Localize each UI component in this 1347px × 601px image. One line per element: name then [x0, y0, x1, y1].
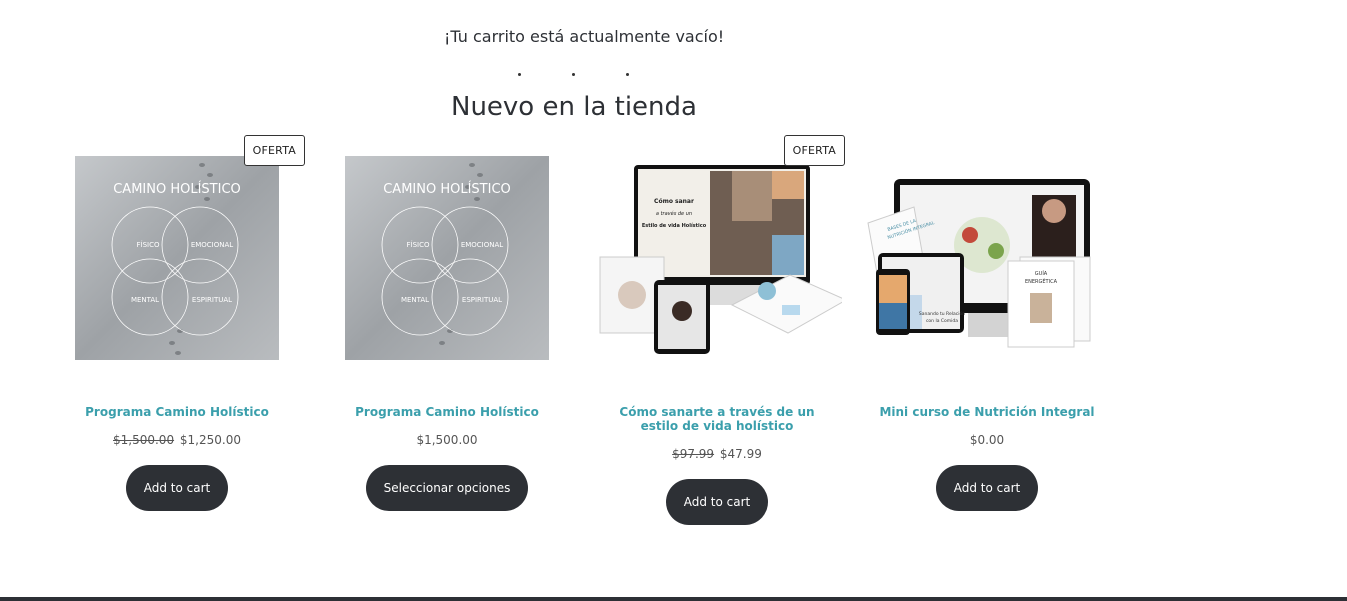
dot	[626, 73, 629, 76]
add-to-cart-button[interactable]: Add to cart	[935, 465, 1039, 511]
image-label: FÍSICO	[137, 240, 160, 249]
svg-text:Cómo sanar: Cómo sanar	[654, 198, 694, 205]
svg-text:ENERGÉTICA: ENERGÉTICA	[1025, 277, 1058, 285]
sale-price: $47.99	[719, 447, 762, 461]
image-label: MENTAL	[131, 296, 159, 304]
product-image: CAMINO HOLÍSTICO FÍSICO EMOCIONAL MENTAL…	[75, 156, 279, 360]
product-image-link[interactable]: CAMINO HOLÍSTICO FÍSICO EMOCIONAL MENTAL…	[322, 135, 572, 375]
old-price: $97.99	[672, 447, 715, 461]
image-heading: CAMINO HOLÍSTICO	[113, 181, 241, 197]
product-title-link[interactable]: Programa Camino Holístico	[322, 405, 572, 419]
product-card: BASES DE LA NUTRICIÓN INTEGRAL Sanando t…	[862, 135, 1112, 511]
image-label: EMOCIONAL	[461, 241, 503, 249]
product-card: CAMINO HOLÍSTICO FÍSICO EMOCIONAL MENTAL…	[52, 135, 305, 511]
product-title-link[interactable]: Cómo sanarte a través de un estilo de vi…	[592, 405, 842, 433]
add-to-cart-button[interactable]: Add to cart	[665, 479, 769, 525]
regular-price: $0.00	[969, 433, 1005, 447]
product-image: BASES DE LA NUTRICIÓN INTEGRAL Sanando t…	[867, 179, 1091, 348]
old-price: $1,500.00	[113, 433, 175, 447]
image-label: ESPIRITUAL	[192, 296, 232, 304]
product-card: Cómo sanar a través de un Estilo de vida…	[592, 135, 848, 525]
product-image-link[interactable]: CAMINO HOLÍSTICO FÍSICO EMOCIONAL MENTAL…	[52, 135, 305, 375]
svg-text:Sanando tu Relación: Sanando tu Relación	[919, 310, 965, 317]
product-price: $1,500.00	[322, 433, 572, 447]
product-price: $97.99 $47.99	[592, 447, 842, 461]
image-label: MENTAL	[401, 296, 429, 304]
image-label: FÍSICO	[407, 240, 430, 249]
product-title-link[interactable]: Programa Camino Holístico	[52, 405, 302, 419]
loading-dots	[0, 66, 1347, 76]
svg-text:Estilo de vida Holístico: Estilo de vida Holístico	[642, 222, 707, 229]
image-label: ESPIRITUAL	[462, 296, 502, 304]
add-to-cart-button[interactable]: Add to cart	[125, 465, 229, 511]
select-options-button[interactable]: Seleccionar opciones	[365, 465, 529, 511]
product-price: $0.00	[862, 433, 1112, 447]
product-title-link[interactable]: Mini curso de Nutrición Integral	[862, 405, 1112, 419]
dot	[518, 73, 521, 76]
sale-badge: OFERTA	[243, 135, 305, 166]
product-image: CAMINO HOLÍSTICO FÍSICO EMOCIONAL MENTAL…	[345, 156, 549, 360]
dot	[572, 73, 575, 76]
product-image-link[interactable]: Cómo sanar a través de un Estilo de vida…	[592, 135, 848, 375]
svg-text:GUÍA: GUÍA	[1035, 270, 1048, 277]
product-price: $1,500.00 $1,250.00	[52, 433, 302, 447]
section-title: Nuevo en la tienda	[451, 92, 697, 122]
cart-empty-message: ¡Tu carrito está actualmente vacío!	[444, 27, 725, 46]
image-label: EMOCIONAL	[191, 241, 233, 249]
product-card: CAMINO HOLÍSTICO FÍSICO EMOCIONAL MENTAL…	[322, 135, 572, 511]
regular-price: $1,500.00	[416, 433, 478, 447]
product-image: Cómo sanar a través de un Estilo de vida…	[599, 165, 848, 354]
image-heading: CAMINO HOLÍSTICO	[383, 181, 511, 197]
sale-badge: OFERTA	[783, 135, 845, 166]
product-image-link[interactable]: BASES DE LA NUTRICIÓN INTEGRAL Sanando t…	[862, 135, 1112, 375]
svg-text:a través de un: a través de un	[656, 210, 692, 217]
sale-price: $1,250.00	[179, 433, 241, 447]
svg-text:con la Comida: con la Comida	[926, 318, 958, 324]
footer-divider	[0, 597, 1347, 601]
